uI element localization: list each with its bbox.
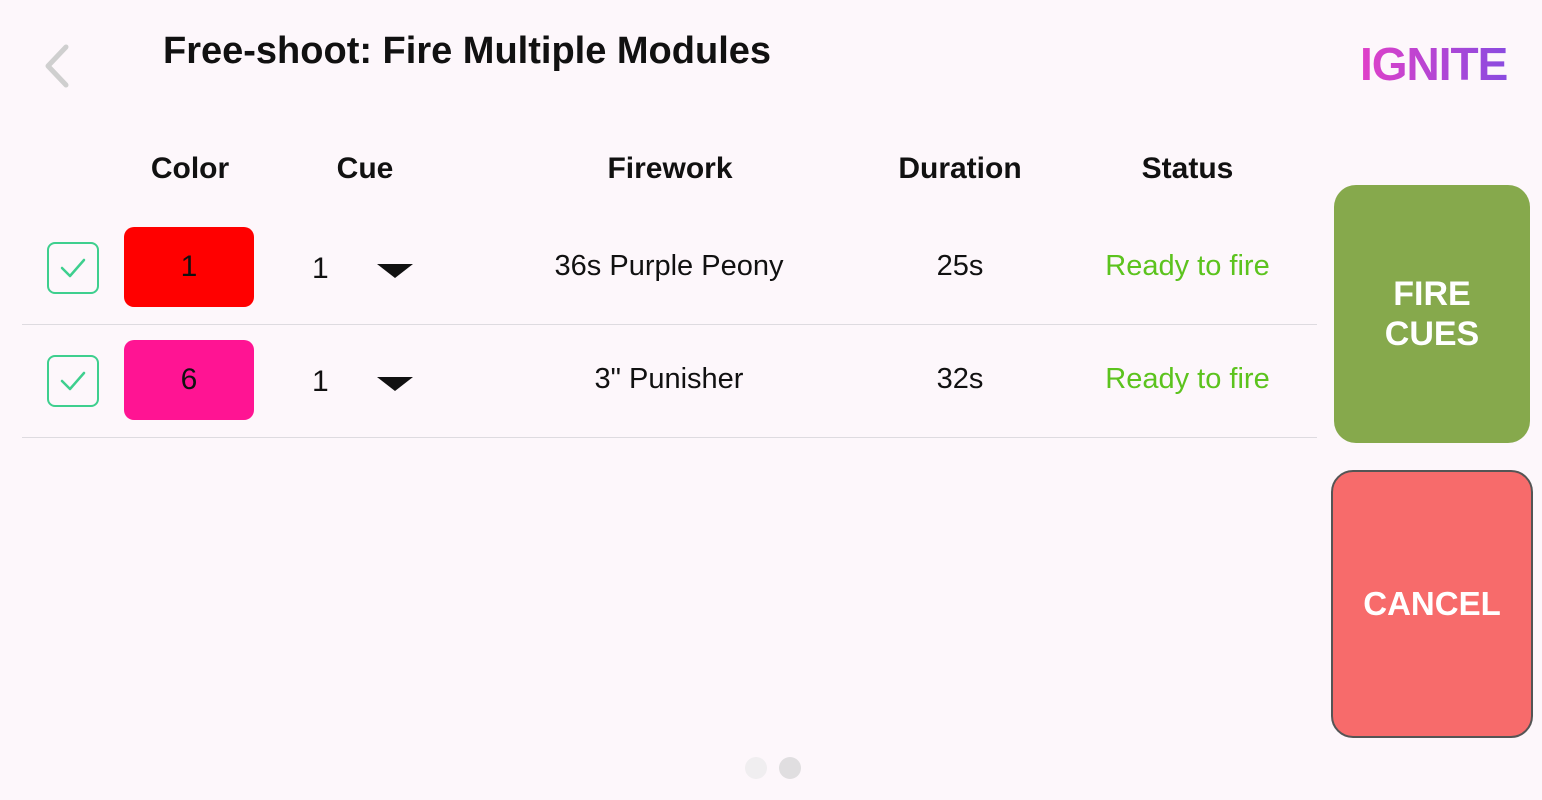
- cue-dropdown[interactable]: 1: [302, 242, 432, 296]
- table-row: 6 1 3" Punisher 32s Ready to fire: [22, 325, 1317, 438]
- check-icon: [60, 258, 86, 278]
- column-header-duration: Duration: [898, 152, 1022, 185]
- ignite-logo: IGNITE: [1360, 38, 1508, 90]
- page-indicator: [745, 757, 805, 781]
- dropdown-arrow-icon: [377, 377, 413, 391]
- color-swatch[interactable]: 6: [124, 340, 254, 420]
- row-select-checkbox[interactable]: [47, 242, 99, 294]
- firework-duration: 32s: [936, 363, 984, 395]
- check-icon: [60, 371, 86, 391]
- column-header-firework: Firework: [607, 152, 733, 185]
- page-dot-1[interactable]: [745, 757, 767, 779]
- color-swatch-label: 6: [180, 363, 198, 396]
- free-shoot-screen: Free-shoot: Fire Multiple Modules IGNITE…: [0, 0, 1542, 800]
- cancel-button[interactable]: CANCEL: [1331, 470, 1533, 738]
- cue-value: 1: [312, 365, 329, 398]
- color-swatch-label: 1: [180, 250, 198, 283]
- table-row: 1 1 36s Purple Peony 25s Ready to fire: [22, 212, 1317, 325]
- cue-dropdown[interactable]: 1: [302, 355, 432, 409]
- color-swatch[interactable]: 1: [124, 227, 254, 307]
- row-select-checkbox[interactable]: [47, 355, 99, 407]
- back-button[interactable]: [28, 38, 84, 94]
- column-header-cue: Cue: [336, 152, 394, 185]
- firework-name: 36s Purple Peony: [554, 250, 784, 282]
- page-title: Free-shoot: Fire Multiple Modules: [163, 30, 772, 72]
- cue-value: 1: [312, 252, 329, 285]
- firework-name: 3" Punisher: [594, 363, 744, 395]
- column-header-color: Color: [150, 152, 230, 185]
- fire-cues-button[interactable]: FIRE CUES: [1334, 185, 1530, 443]
- status-text: Ready to fire: [1105, 363, 1270, 395]
- firework-duration: 25s: [936, 250, 984, 282]
- page-dot-2[interactable]: [779, 757, 801, 779]
- svg-text:IGNITE: IGNITE: [1360, 38, 1507, 90]
- chevron-left-icon: [45, 44, 69, 88]
- status-text: Ready to fire: [1105, 250, 1270, 282]
- dropdown-arrow-icon: [377, 264, 413, 278]
- column-header-status: Status: [1141, 152, 1234, 185]
